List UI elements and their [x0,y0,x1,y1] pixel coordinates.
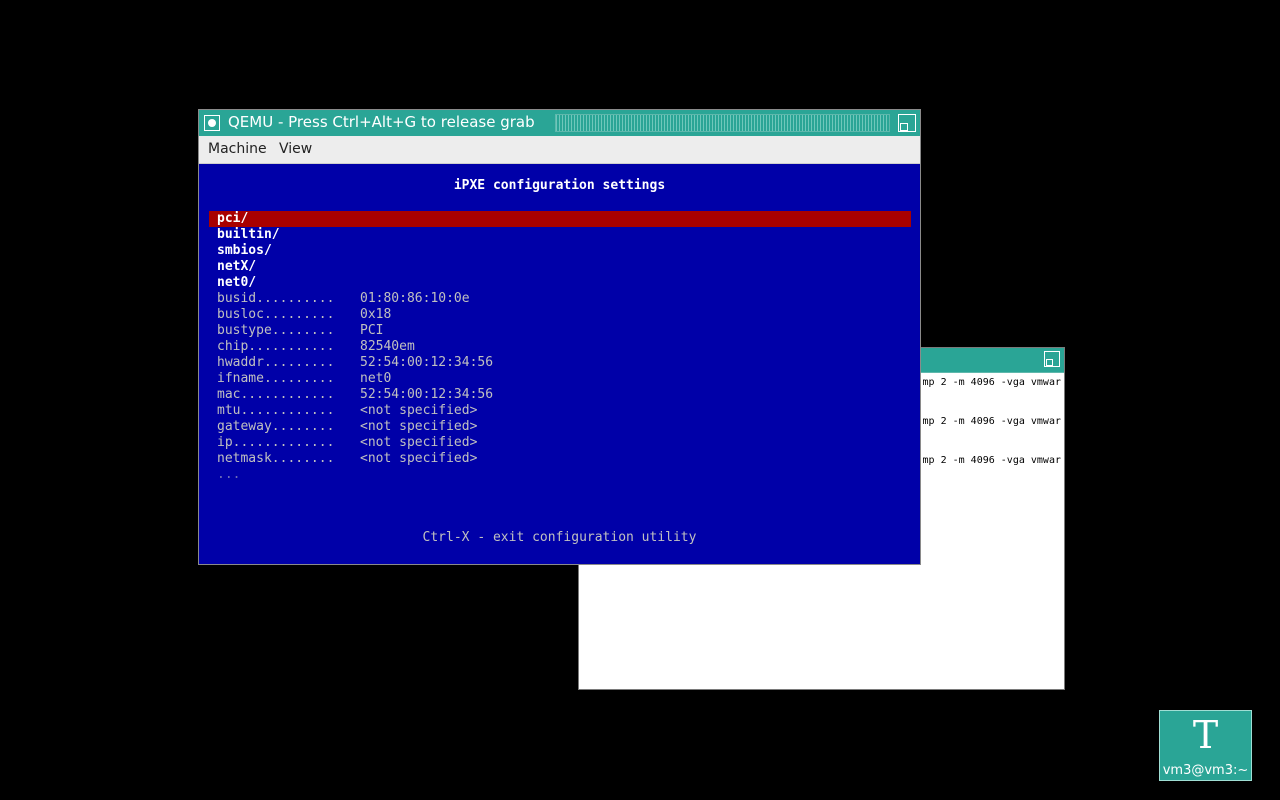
setting-mtu[interactable]: mtu............ <not specified> [199,403,920,419]
menu-view[interactable]: View [279,141,312,157]
setting-label: mtu............ [217,403,335,418]
setting-label: hwaddr......... [217,355,335,370]
terminal-desktop-icon[interactable]: T vm3@vm3:~ [1159,710,1252,781]
menubar: Machine View [199,136,920,164]
setting-label: mac............ [217,387,335,402]
titlebar-stipple [555,114,890,132]
list-item-builtin[interactable]: builtin/ [199,227,920,243]
setting-ifname[interactable]: ifname......... net0 [199,371,920,387]
ipxe-footer-hint: Ctrl-X - exit configuration utility [422,530,697,545]
directory-label: net0/ [217,275,257,290]
list-item-pci[interactable]: pci/ [209,211,911,227]
desktop: mp 2 -m 4096 -vga vmwar mp 2 -m 4096 -vg… [0,0,1280,800]
setting-value: PCI [360,323,384,338]
setting-gateway[interactable]: gateway........ <not specified> [199,419,920,435]
directory-label: pci/ [217,211,249,226]
setting-netmask[interactable]: netmask........ <not specified> [199,451,920,467]
desktop-icon-label: vm3@vm3:~ [1162,763,1249,778]
setting-bustype[interactable]: bustype........ PCI [199,323,920,339]
setting-hwaddr[interactable]: hwaddr......... 52:54:00:12:34:56 [199,355,920,371]
terminal-line: mp 2 -m 4096 -vga vmwar [922,416,1061,427]
terminal-line: mp 2 -m 4096 -vga vmwar [922,377,1061,388]
setting-label: ip............. [217,435,335,450]
menu-machine[interactable]: Machine [208,141,267,157]
setting-label: busloc......... [217,307,335,322]
setting-ip[interactable]: ip............. <not specified> [199,435,920,451]
directory-label: builtin/ [217,227,280,242]
ipxe-console[interactable]: iPXE configuration settings pci/ builtin… [199,164,920,564]
directory-label: netX/ [217,259,257,274]
setting-value: <not specified> [360,435,478,450]
qemu-window[interactable]: QEMU - Press Ctrl+Alt+G to release grab … [198,109,921,565]
setting-label: netmask........ [217,451,335,466]
window-title: QEMU - Press Ctrl+Alt+G to release grab [228,113,535,131]
setting-busid[interactable]: busid.......... 01:80:86:10:0e [199,291,920,307]
setting-label: ifname......... [217,371,335,386]
window-menu-icon[interactable] [204,115,220,131]
list-item-net0[interactable]: net0/ [199,275,920,291]
setting-value: 01:80:86:10:0e [360,291,470,306]
qemu-titlebar[interactable]: QEMU - Press Ctrl+Alt+G to release grab [199,110,920,136]
setting-value: 52:54:00:12:34:56 [360,355,494,370]
list-item-netx[interactable]: netX/ [199,259,920,275]
setting-value: <not specified> [360,403,478,418]
ipxe-heading: iPXE configuration settings [453,178,666,193]
setting-label: gateway........ [217,419,335,434]
setting-label: chip........... [217,339,335,354]
more-indicator: ... [199,467,920,483]
setting-label: bustype........ [217,323,335,338]
setting-value: <not specified> [360,451,478,466]
setting-value: 82540em [360,339,415,354]
setting-busloc[interactable]: busloc......... 0x18 [199,307,920,323]
maximize-icon[interactable] [898,114,916,132]
list-item-smbios[interactable]: smbios/ [199,243,920,259]
setting-label: busid.......... [217,291,335,306]
more-indicator-text: ... [217,467,241,482]
setting-value: net0 [360,371,392,386]
terminal-line: mp 2 -m 4096 -vga vmwar [922,455,1061,466]
terminal-icon: T [1192,713,1219,757]
setting-mac[interactable]: mac............ 52:54:00:12:34:56 [199,387,920,403]
setting-value: 52:54:00:12:34:56 [360,387,494,402]
setting-value: <not specified> [360,419,478,434]
directory-label: smbios/ [217,243,272,258]
settings-list: pci/ builtin/ smbios/ netX/ net0/ busid.… [199,211,920,483]
setting-chip[interactable]: chip........... 82540em [199,339,920,355]
setting-value: 0x18 [360,307,392,322]
maximize-icon[interactable] [1044,351,1060,367]
